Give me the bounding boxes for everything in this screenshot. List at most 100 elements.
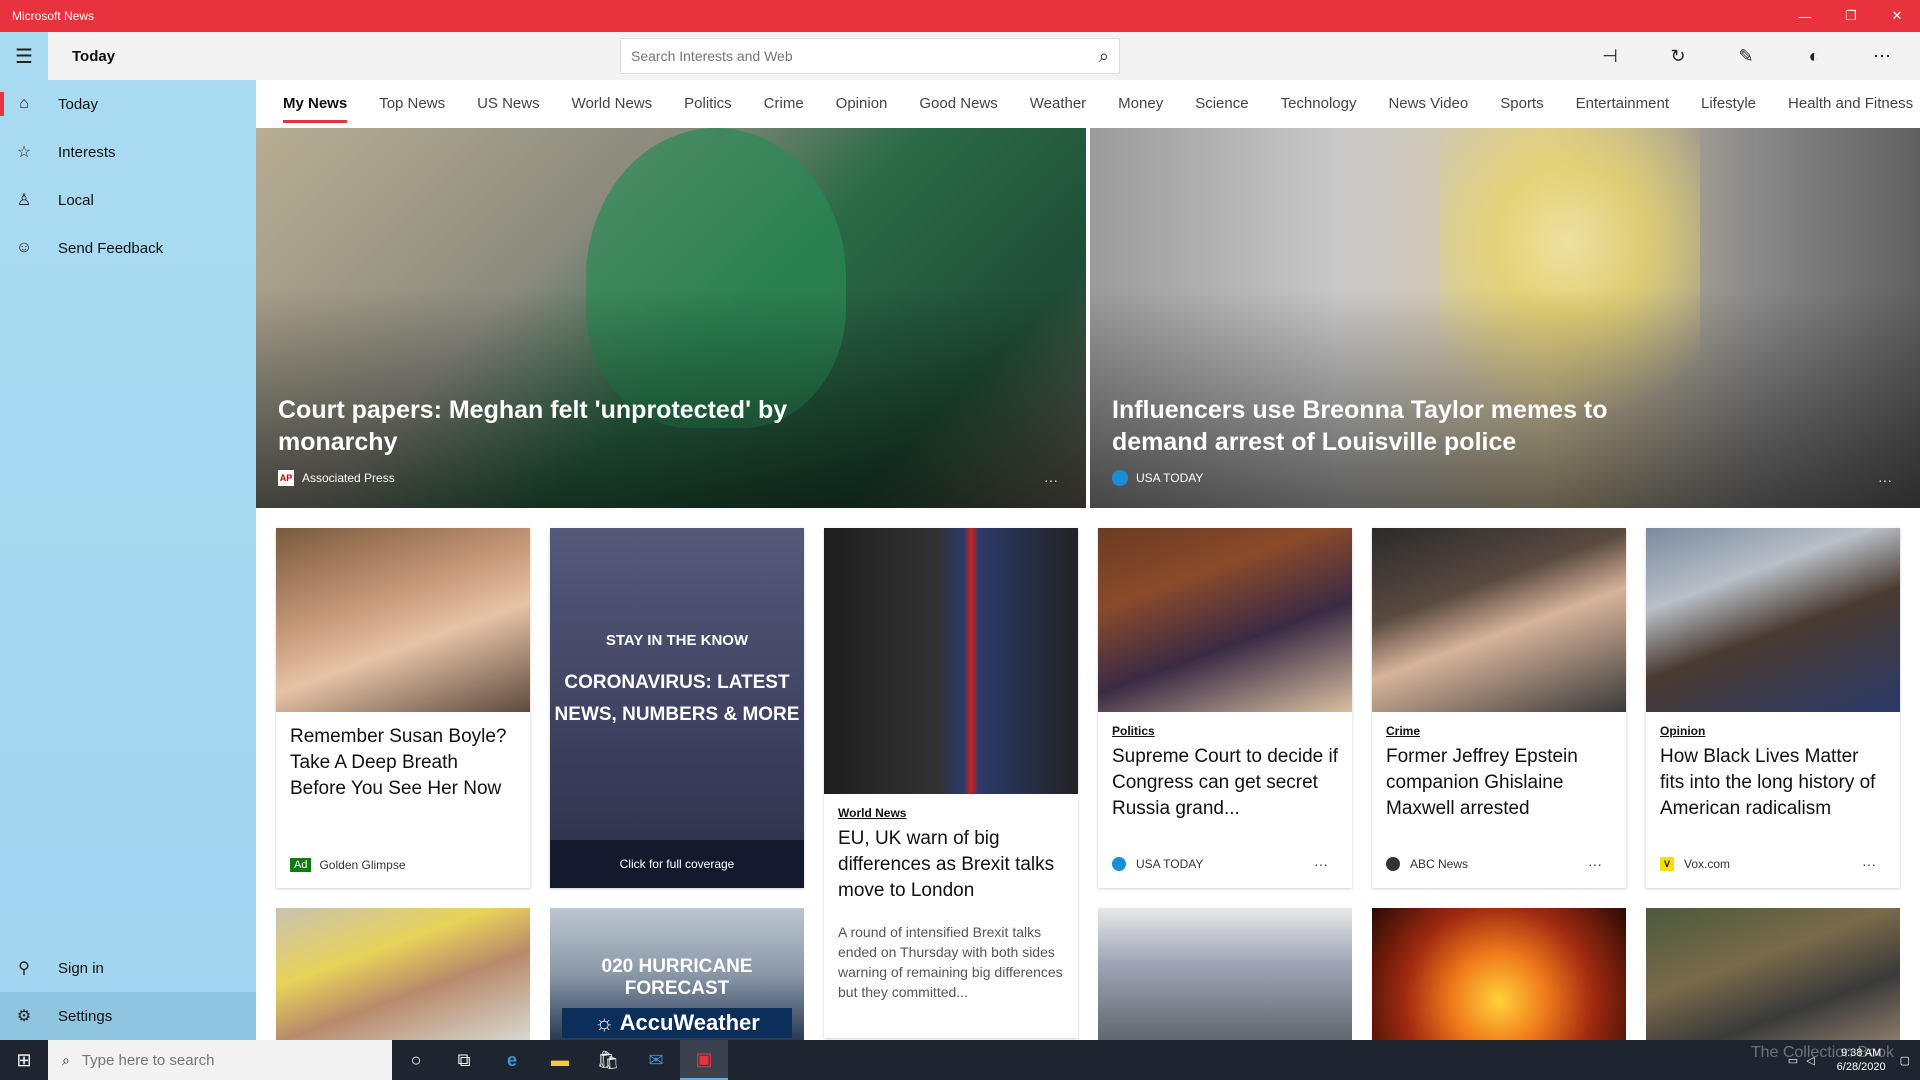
tab-opinion[interactable]: Opinion: [820, 80, 904, 126]
cortana-icon[interactable]: ○: [392, 1040, 440, 1080]
tab-technology[interactable]: Technology: [1265, 80, 1373, 126]
card-footer: ABC News ···: [1386, 856, 1612, 872]
tab-lifestyle[interactable]: Lifestyle: [1685, 80, 1772, 126]
star-icon: ☆: [16, 144, 32, 161]
tab-weather[interactable]: Weather: [1014, 80, 1102, 126]
search-input[interactable]: [631, 48, 1099, 64]
minimize-button[interactable]: —: [1782, 0, 1828, 32]
tab-news-video[interactable]: News Video: [1372, 80, 1484, 126]
sidebar-item-label: Local: [58, 191, 94, 209]
location-icon: ♙: [16, 192, 32, 209]
card-image: [276, 528, 530, 712]
sidebar-item-sign-in[interactable]: ⚲ Sign in: [0, 944, 256, 992]
tab-sports[interactable]: Sports: [1484, 80, 1559, 126]
news-card-partial-1[interactable]: [276, 908, 530, 1040]
hero-story-2[interactable]: Influencers use Breonna Taylor memes to …: [1090, 128, 1920, 508]
card-title[interactable]: Supreme Court to decide if Congress can …: [1112, 744, 1338, 822]
window-title: Microsoft News: [12, 9, 95, 23]
coronavirus-card[interactable]: STAY IN THE KNOW CORONAVIRUS: LATEST NEW…: [550, 528, 804, 888]
news-app-icon[interactable]: ▣: [680, 1040, 728, 1080]
sidebar-item-settings[interactable]: ⚙ Settings: [0, 992, 256, 1040]
taskbar-search[interactable]: ⌕: [48, 1040, 392, 1080]
card-source: Golden Glimpse: [319, 858, 406, 872]
card-category[interactable]: Opinion: [1660, 724, 1886, 738]
abc-news-logo: [1386, 857, 1400, 871]
card-title[interactable]: Former Jeffrey Epstein companion Ghislai…: [1386, 744, 1612, 822]
sidebar: ☰ ⌂ Today ☆ Interests ♙ Local ☺ Send Fee…: [0, 32, 256, 1040]
refresh-icon[interactable]: ↻: [1644, 32, 1712, 80]
card-image: [1372, 528, 1626, 712]
more-options-icon[interactable]: ···: [1862, 856, 1876, 872]
search-box[interactable]: ⌕: [620, 38, 1120, 74]
toolbar: ⊣ ↻ ✎ ◐ ⋯: [1576, 32, 1916, 80]
sidebar-item-send-feedback[interactable]: ☺ Send Feedback: [0, 224, 256, 272]
card-category[interactable]: World News: [838, 806, 1064, 820]
tab-good-news[interactable]: Good News: [903, 80, 1013, 126]
news-card-partial-5[interactable]: [1646, 908, 1900, 1040]
sidebar-item-label: Settings: [58, 1007, 113, 1025]
watermark-text: The Collection Book: [1750, 1044, 1894, 1061]
close-button[interactable]: ✕: [1874, 0, 1920, 32]
sidebar-item-local[interactable]: ♙ Local: [0, 176, 256, 224]
tab-entertainment[interactable]: Entertainment: [1560, 80, 1685, 126]
sidebar-item-label: Interests: [58, 143, 116, 161]
full-coverage-link[interactable]: Click for full coverage: [550, 840, 804, 888]
notification-icon[interactable]: ▢: [1900, 1054, 1910, 1067]
search-icon[interactable]: ⌕: [1099, 46, 1109, 67]
windows-start-icon[interactable]: ⊞: [0, 1040, 48, 1080]
taskbar-search-input[interactable]: [81, 1051, 281, 1069]
news-card-crime[interactable]: Crime Former Jeffrey Epstein companion G…: [1372, 528, 1626, 888]
dark-mode-icon[interactable]: ◐: [1780, 32, 1848, 80]
more-options-icon[interactable]: ···: [1588, 856, 1602, 872]
mail-icon[interactable]: ✉: [632, 1040, 680, 1080]
news-card-politics[interactable]: Politics Supreme Court to decide if Cong…: [1098, 528, 1352, 888]
pin-icon[interactable]: ⊣: [1576, 32, 1644, 80]
sidebar-item-interests[interactable]: ☆ Interests: [0, 128, 256, 176]
more-options-icon[interactable]: ···: [1314, 856, 1328, 872]
ap-logo: AP: [278, 470, 294, 486]
news-card-opinion[interactable]: Opinion How Black Lives Matter fits into…: [1646, 528, 1900, 888]
edit-icon[interactable]: ✎: [1712, 32, 1780, 80]
tab-politics[interactable]: Politics: [668, 80, 748, 126]
accuweather-text: AccuWeather: [619, 1010, 760, 1035]
more-options-icon[interactable]: ···: [1044, 472, 1058, 488]
hamburger-menu-icon[interactable]: ☰: [0, 32, 48, 80]
hero-story-1[interactable]: Court papers: Meghan felt 'unprotected' …: [256, 128, 1086, 508]
tab-top-news[interactable]: Top News: [363, 80, 461, 126]
more-icon[interactable]: ⋯: [1848, 32, 1916, 80]
card-image: [824, 528, 1078, 794]
store-icon[interactable]: 🛍: [584, 1040, 632, 1080]
card-category[interactable]: Politics: [1112, 724, 1338, 738]
news-card-partial-4[interactable]: [1372, 908, 1626, 1040]
hero-headline[interactable]: Court papers: Meghan felt 'unprotected' …: [278, 394, 838, 458]
card-title[interactable]: EU, UK warn of big differences as Brexit…: [838, 826, 1064, 904]
news-card-partial-2[interactable]: 020 HURRICANE FORECAST ☼ AccuWeather: [550, 908, 804, 1040]
hero-headline[interactable]: Influencers use Breonna Taylor memes to …: [1112, 394, 1672, 458]
card-title[interactable]: How Black Lives Matter fits into the lon…: [1660, 744, 1886, 822]
more-options-icon[interactable]: ···: [1878, 472, 1892, 488]
tab-world-news[interactable]: World News: [556, 80, 669, 126]
file-explorer-icon[interactable]: ▬: [536, 1040, 584, 1080]
card-title[interactable]: Remember Susan Boyle? Take A Deep Breath…: [290, 724, 516, 802]
tab-money[interactable]: Money: [1102, 80, 1179, 126]
tab-crime[interactable]: Crime: [748, 80, 820, 126]
sidebar-item-today[interactable]: ⌂ Today: [0, 80, 256, 128]
gear-icon: ⚙: [16, 1008, 32, 1025]
title-bar: Microsoft News — ❐ ✕: [0, 0, 1920, 32]
news-card-partial-3[interactable]: [1098, 908, 1352, 1040]
tab-us-news[interactable]: US News: [461, 80, 556, 126]
news-card-ad[interactable]: Remember Susan Boyle? Take A Deep Breath…: [276, 528, 530, 888]
news-card-world[interactable]: World News EU, UK warn of big difference…: [824, 528, 1078, 1038]
tab-my-news[interactable]: My News: [256, 80, 363, 126]
card-category[interactable]: Crime: [1386, 724, 1612, 738]
task-view-icon[interactable]: ⧉: [440, 1040, 488, 1080]
edge-icon[interactable]: e: [488, 1040, 536, 1080]
sidebar-item-label: Sign in: [58, 959, 104, 977]
hero-source-name: Associated Press: [302, 471, 395, 485]
person-icon: ⚲: [18, 960, 30, 977]
restore-button[interactable]: ❐: [1828, 0, 1874, 32]
tab-science[interactable]: Science: [1179, 80, 1264, 126]
tab-health-and-fitness[interactable]: Health and Fitness: [1772, 80, 1920, 126]
taskbar: ⊞ ⌕ ○ ⧉ e ▬ 🛍 ✉ ▣ ▭ ◁ 9:38 AM 6/28/2020 …: [0, 1040, 1920, 1080]
hurricane-forecast-text: 020 HURRICANE FORECAST: [601, 956, 753, 999]
